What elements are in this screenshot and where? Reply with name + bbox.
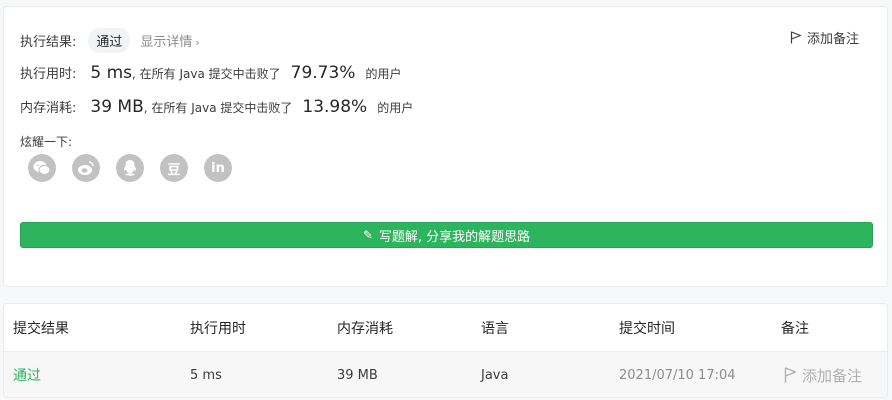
show-details-text: 显示详情 [140,35,193,50]
qq-icon[interactable] [116,154,144,182]
memory-percent: 13.98% [302,97,368,117]
runtime-suffix: 的用户 [365,67,402,81]
show-details-link[interactable]: 显示详情 › [140,31,199,50]
memory-suffix: 的用户 [377,101,414,115]
row-runtime: 5 ms [190,367,222,383]
row-add-note-label: 添加备注 [802,366,863,385]
write-solution-button[interactable]: ✎ 写题解, 分享我的解题思路 [20,222,873,248]
wechat-icon[interactable] [28,154,56,182]
douban-glyph: 豆 [167,162,181,178]
runtime-prefix: , 在所有 Java 提交中击败了 [132,67,281,81]
runtime-label: 执行用时: [20,67,77,82]
row-memory: 39 MB [337,367,378,383]
submissions-table: 提交结果 执行用时 内存消耗 语言 提交时间 备注 通过 5 ms 39 MB … [3,303,888,398]
linkedin-icon[interactable]: in [204,154,232,182]
douban-icon[interactable]: 豆 [160,154,188,182]
status-badge: 通过 [88,28,131,53]
runtime-value: 5 ms [90,63,133,83]
memory-value: 39 MB [90,97,144,117]
row-status-link[interactable]: 通过 [13,352,41,397]
table-row: 通过 5 ms 39 MB Java 2021/07/10 17:04 添加备注 [4,351,887,397]
memory-row: 内存消耗: 39 MB , 在所有 Java 提交中击败了 13.98% 的用户 [20,97,413,117]
memory-label: 内存消耗: [20,101,77,116]
weibo-glyph [78,161,94,175]
qq-glyph [123,160,137,176]
memory-prefix: , 在所有 Java 提交中击败了 [143,101,293,115]
runtime-row: 执行用时: 5 ms , 在所有 Java 提交中击败了 79.73% 的用户 [20,63,401,83]
write-solution-label: 写题解, 分享我的解题思路 [378,229,531,245]
flag-icon [790,31,802,44]
table-header: 提交结果 执行用时 内存消耗 语言 提交时间 备注 [4,304,887,351]
share-icons: 豆 in [28,154,232,182]
weibo-icon[interactable] [72,154,100,182]
row-submit-time: 2021/07/10 17:04 [619,367,736,383]
header-runtime: 执行用时 [190,320,246,337]
share-label: 炫耀一下: [20,135,73,149]
add-note-label: 添加备注 [806,32,859,47]
result-card: 执行结果: 通过 显示详情 › 添加备注 执行用时: 5 ms , 在所有 Jav… [3,6,888,287]
header-note: 备注 [781,320,809,337]
pencil-icon: ✎ [362,228,373,242]
result-label: 执行结果: [20,35,77,50]
chevron-right-icon: › [195,36,200,49]
header-language: 语言 [481,320,509,337]
add-note-button[interactable]: 添加备注 [790,28,859,47]
header-submit-time: 提交时间 [619,320,675,337]
linkedin-glyph: in [211,160,225,176]
result-row: 执行结果: 通过 显示详情 › [20,28,200,53]
runtime-percent: 79.73% [290,63,356,83]
header-result: 提交结果 [13,320,69,337]
row-add-note-button[interactable]: 添加备注 [784,352,863,397]
flag-icon [784,367,797,383]
header-memory: 内存消耗 [337,320,393,337]
wechat-glyph [33,161,51,175]
row-language: Java [481,367,509,383]
